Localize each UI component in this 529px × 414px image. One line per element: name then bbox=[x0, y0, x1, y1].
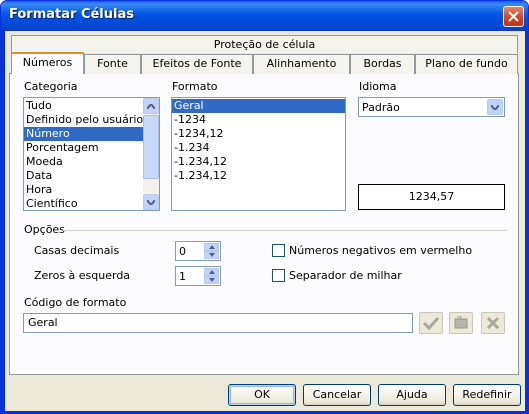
chevron-up-icon bbox=[208, 245, 215, 249]
delete-format-button[interactable] bbox=[481, 312, 505, 334]
tab-label: Fonte bbox=[97, 57, 128, 70]
list-item[interactable]: Número bbox=[24, 127, 159, 141]
tab-efeitos-fonte[interactable]: Efeitos de Fonte bbox=[141, 54, 253, 74]
list-item[interactable]: Data bbox=[24, 169, 159, 183]
help-button[interactable]: Ajuda bbox=[378, 384, 446, 406]
add-comment-button[interactable] bbox=[449, 312, 473, 334]
dialog-window: Formatar Células Proteção de célula Núme… bbox=[0, 0, 529, 414]
tab-protecao-celula[interactable]: Proteção de célula bbox=[11, 35, 518, 53]
delete-x-icon bbox=[486, 316, 500, 330]
tab-alinhamento[interactable]: Alinhamento bbox=[253, 54, 350, 74]
tab-label: Bordas bbox=[363, 57, 402, 70]
tab-bordas[interactable]: Bordas bbox=[350, 54, 415, 74]
codigo-formato-input[interactable]: Geral bbox=[23, 313, 413, 333]
separador-milhar-label[interactable]: Separador de milhar bbox=[289, 269, 402, 282]
formato-label: Formato bbox=[172, 80, 218, 93]
chevron-down-icon bbox=[208, 278, 215, 282]
cancel-label: Cancelar bbox=[312, 388, 362, 401]
help-label: Ajuda bbox=[396, 388, 428, 401]
opcoes-label: Opções bbox=[24, 223, 65, 236]
tab-label: Plano de fundo bbox=[425, 57, 508, 70]
zeros-esquerda-value: 1 bbox=[179, 270, 186, 283]
list-item[interactable]: Geral bbox=[172, 99, 345, 113]
list-item[interactable]: Porcentagem bbox=[24, 141, 159, 155]
list-item[interactable]: -1234 bbox=[172, 113, 345, 127]
close-icon bbox=[508, 11, 519, 22]
title-bar[interactable]: Formatar Células bbox=[1, 1, 528, 31]
decrement-button[interactable] bbox=[204, 251, 219, 259]
zeros-esquerda-label: Zeros à esquerda bbox=[34, 269, 131, 282]
increment-button[interactable] bbox=[204, 243, 219, 251]
casas-decimais-stepper[interactable]: 0 bbox=[175, 241, 221, 261]
decrement-button[interactable] bbox=[204, 276, 219, 284]
casas-decimais-value: 0 bbox=[179, 245, 186, 258]
format-preview: 1234,57 bbox=[358, 184, 505, 210]
chevron-down-icon bbox=[147, 199, 155, 205]
tab-label: Efeitos de Fonte bbox=[152, 57, 242, 70]
idioma-select[interactable]: Padrão bbox=[358, 97, 505, 117]
tab-label: Números bbox=[22, 56, 73, 69]
chevron-up-icon bbox=[208, 270, 215, 274]
ok-button[interactable]: OK bbox=[228, 384, 296, 406]
reset-button[interactable]: Redefinir bbox=[453, 384, 521, 406]
opcoes-separator bbox=[63, 230, 507, 231]
tab-plano-fundo[interactable]: Plano de fundo bbox=[415, 54, 518, 74]
ok-label: OK bbox=[254, 388, 270, 401]
scroll-thumb[interactable] bbox=[143, 115, 159, 179]
idioma-label: Idioma bbox=[359, 80, 397, 93]
chevron-up-icon bbox=[147, 103, 155, 109]
tab-numeros[interactable]: Números bbox=[11, 52, 84, 74]
categoria-scrollbar[interactable] bbox=[143, 98, 159, 210]
scroll-down-button[interactable] bbox=[143, 194, 159, 210]
separador-milhar-checkbox[interactable] bbox=[272, 269, 285, 282]
window-title: Formatar Células bbox=[9, 7, 134, 22]
list-item[interactable]: Moeda bbox=[24, 155, 159, 169]
list-item[interactable]: -1.234 bbox=[172, 141, 345, 155]
increment-button[interactable] bbox=[204, 268, 219, 276]
negativos-vermelho-checkbox[interactable] bbox=[272, 244, 285, 257]
codigo-formato-value: Geral bbox=[28, 316, 58, 329]
cancel-button[interactable]: Cancelar bbox=[303, 384, 371, 406]
close-button[interactable] bbox=[503, 6, 524, 27]
tab-label: Proteção de célula bbox=[213, 38, 316, 51]
dropdown-button[interactable] bbox=[487, 99, 503, 115]
list-item[interactable]: -1.234,12 bbox=[172, 155, 345, 169]
accept-format-button[interactable] bbox=[419, 312, 443, 334]
preview-value: 1234,57 bbox=[408, 190, 455, 203]
codigo-formato-label: Código de formato bbox=[24, 296, 127, 309]
list-item[interactable]: Científico bbox=[24, 197, 159, 210]
list-item[interactable]: -1.234,12 bbox=[172, 169, 345, 183]
idioma-value: Padrão bbox=[362, 101, 400, 114]
casas-decimais-label: Casas decimais bbox=[34, 244, 120, 257]
categoria-listbox[interactable]: Tudo Definido pelo usuário Número Porcentag… bbox=[23, 97, 160, 211]
negativos-vermelho-label[interactable]: Números negativos em vermelho bbox=[289, 244, 472, 257]
chevron-down-icon bbox=[208, 253, 215, 257]
reset-label: Redefinir bbox=[462, 388, 512, 401]
list-item[interactable]: Hora bbox=[24, 183, 159, 197]
list-item[interactable]: Tudo bbox=[24, 99, 159, 113]
list-item[interactable]: Definido pelo usuário bbox=[24, 113, 159, 127]
scroll-up-button[interactable] bbox=[143, 98, 159, 114]
categoria-label: Categoria bbox=[24, 80, 78, 93]
formato-listbox[interactable]: Geral -1234 -1234,12 -1.234 -1.234,12 -1.234,… bbox=[171, 97, 346, 211]
tab-fonte[interactable]: Fonte bbox=[84, 54, 141, 74]
tab-label: Alinhamento bbox=[266, 57, 337, 70]
zeros-esquerda-stepper[interactable]: 1 bbox=[175, 266, 221, 286]
add-comment-icon bbox=[454, 316, 468, 329]
chevron-down-icon bbox=[491, 104, 499, 110]
list-item[interactable]: -1234,12 bbox=[172, 127, 345, 141]
checkmark-icon bbox=[423, 316, 439, 330]
